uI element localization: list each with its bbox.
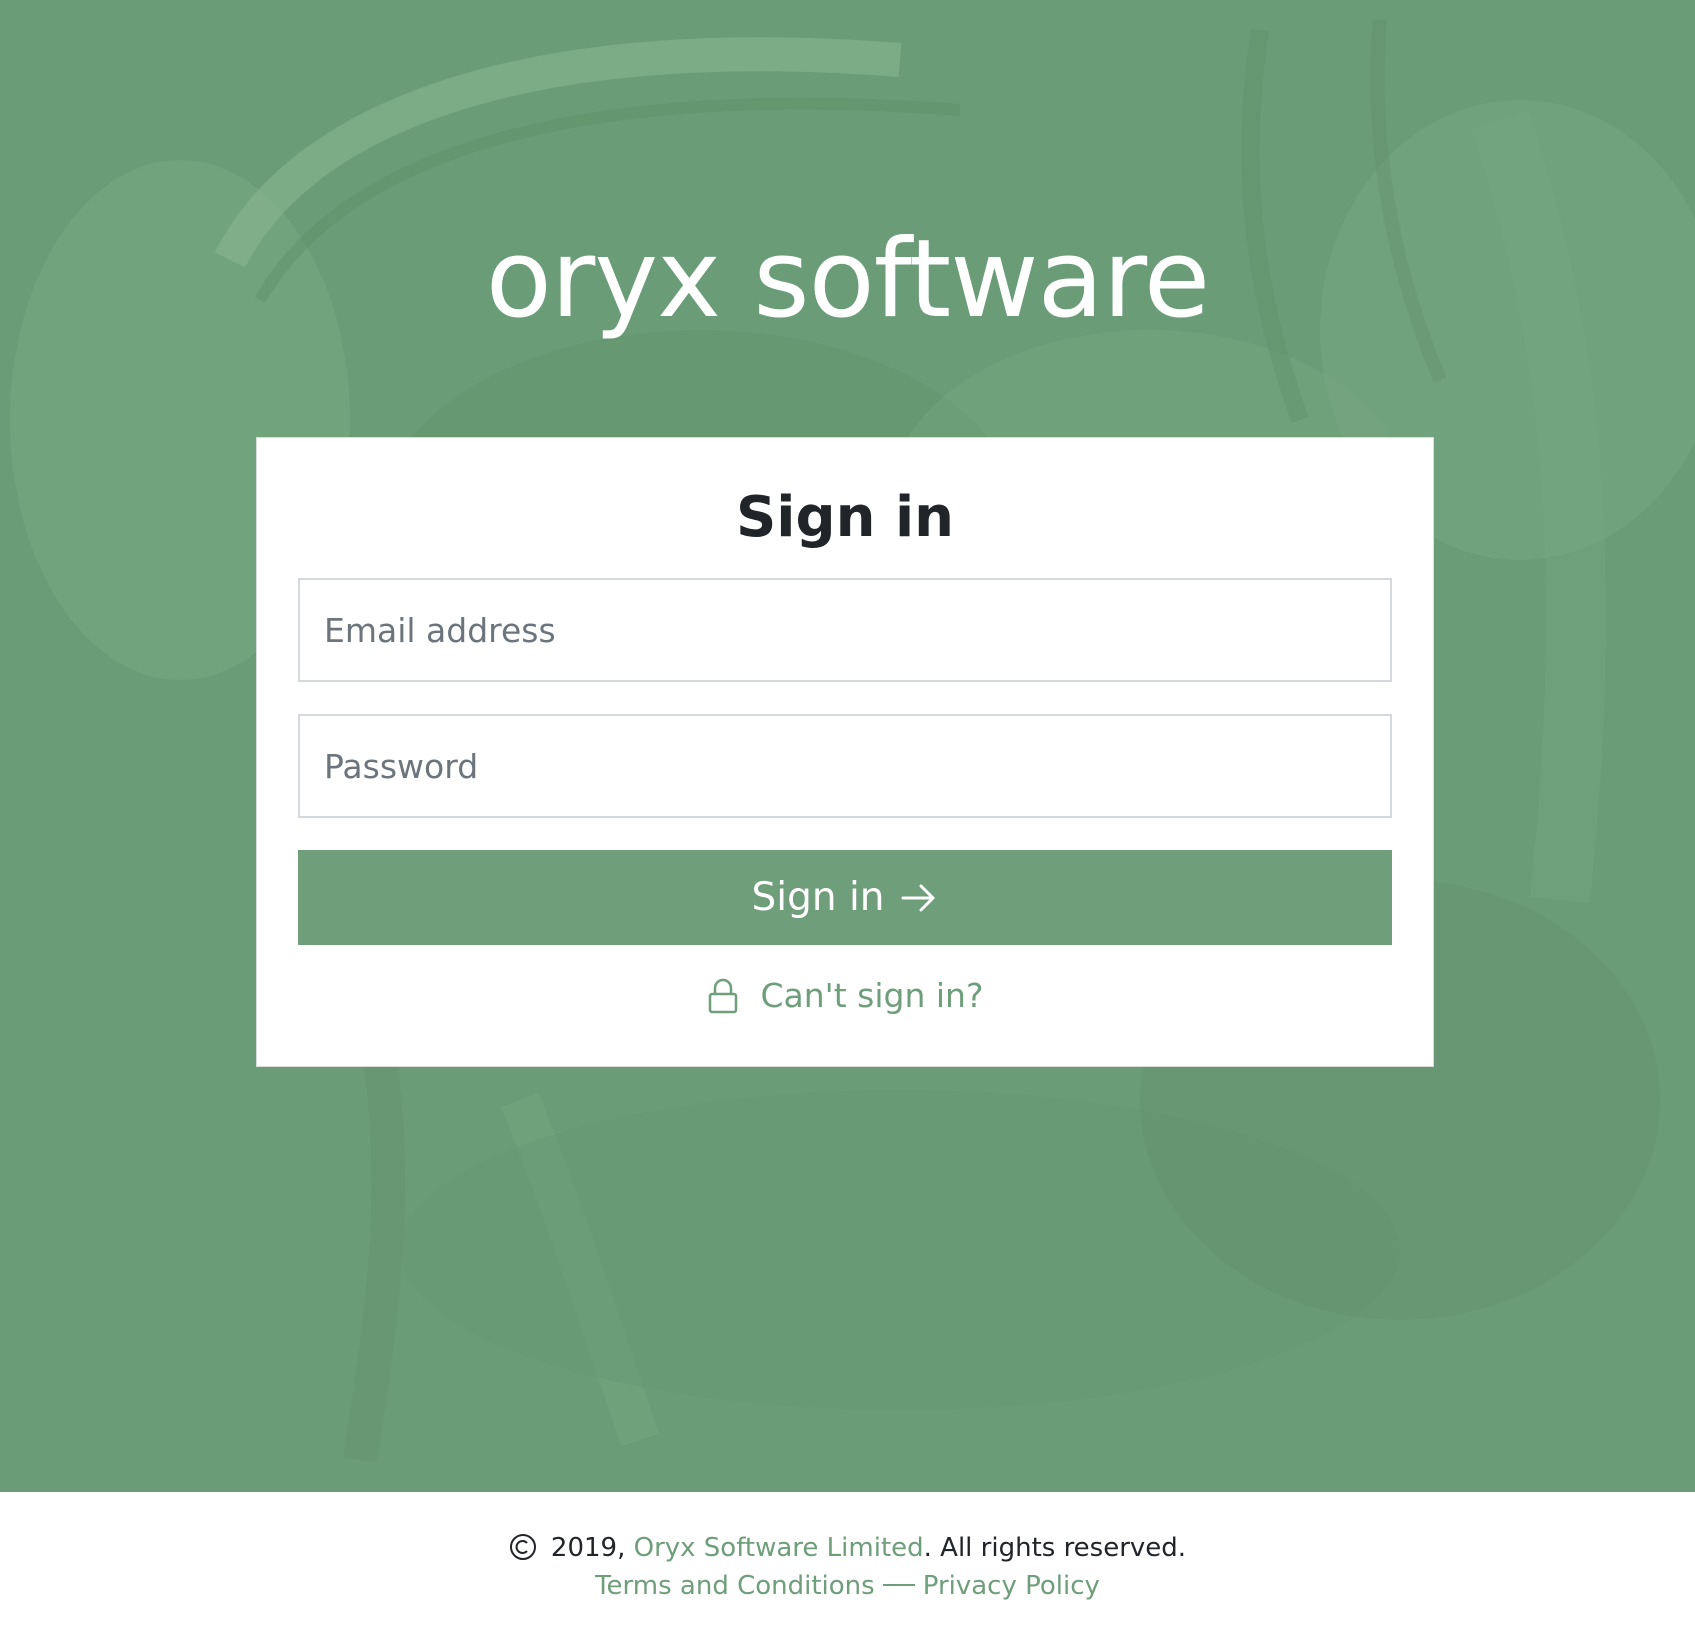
login-page: oryx software Sign in Sign in Can't sign…	[0, 0, 1695, 1631]
legal-links: Terms and Conditions Privacy Policy	[0, 1566, 1695, 1606]
cant-signin-label: Can't sign in?	[760, 976, 984, 1015]
lock-icon	[708, 978, 737, 1013]
footer: 2019, Oryx Software Limited. All rights …	[0, 1492, 1695, 1631]
cant-signin-link[interactable]: Can't sign in?	[257, 976, 1433, 1015]
terms-link[interactable]: Terms and Conditions	[595, 1571, 875, 1601]
signin-button-label: Sign in	[751, 875, 885, 920]
arrow-right-icon	[901, 884, 934, 911]
rights-text: . All rights reserved.	[923, 1533, 1187, 1563]
signin-title: Sign in	[735, 485, 955, 550]
password-field[interactable]	[298, 714, 1392, 818]
copyright-icon	[509, 1534, 536, 1560]
brand-logo-text: oryx software	[485, 217, 1210, 342]
hero-background: oryx software Sign in Sign in Can't sign…	[0, 0, 1695, 1492]
copyright-year: 2019,	[550, 1533, 626, 1563]
email-field[interactable]	[298, 578, 1392, 682]
company-link[interactable]: Oryx Software Limited	[634, 1533, 924, 1563]
privacy-link[interactable]: Privacy Policy	[923, 1571, 1100, 1601]
copyright-line: 2019, Oryx Software Limited. All rights …	[0, 1528, 1695, 1568]
signin-button[interactable]: Sign in	[298, 850, 1392, 945]
link-separator	[882, 1584, 915, 1586]
signin-card: Sign in Sign in Can't sign in?	[256, 437, 1434, 1067]
